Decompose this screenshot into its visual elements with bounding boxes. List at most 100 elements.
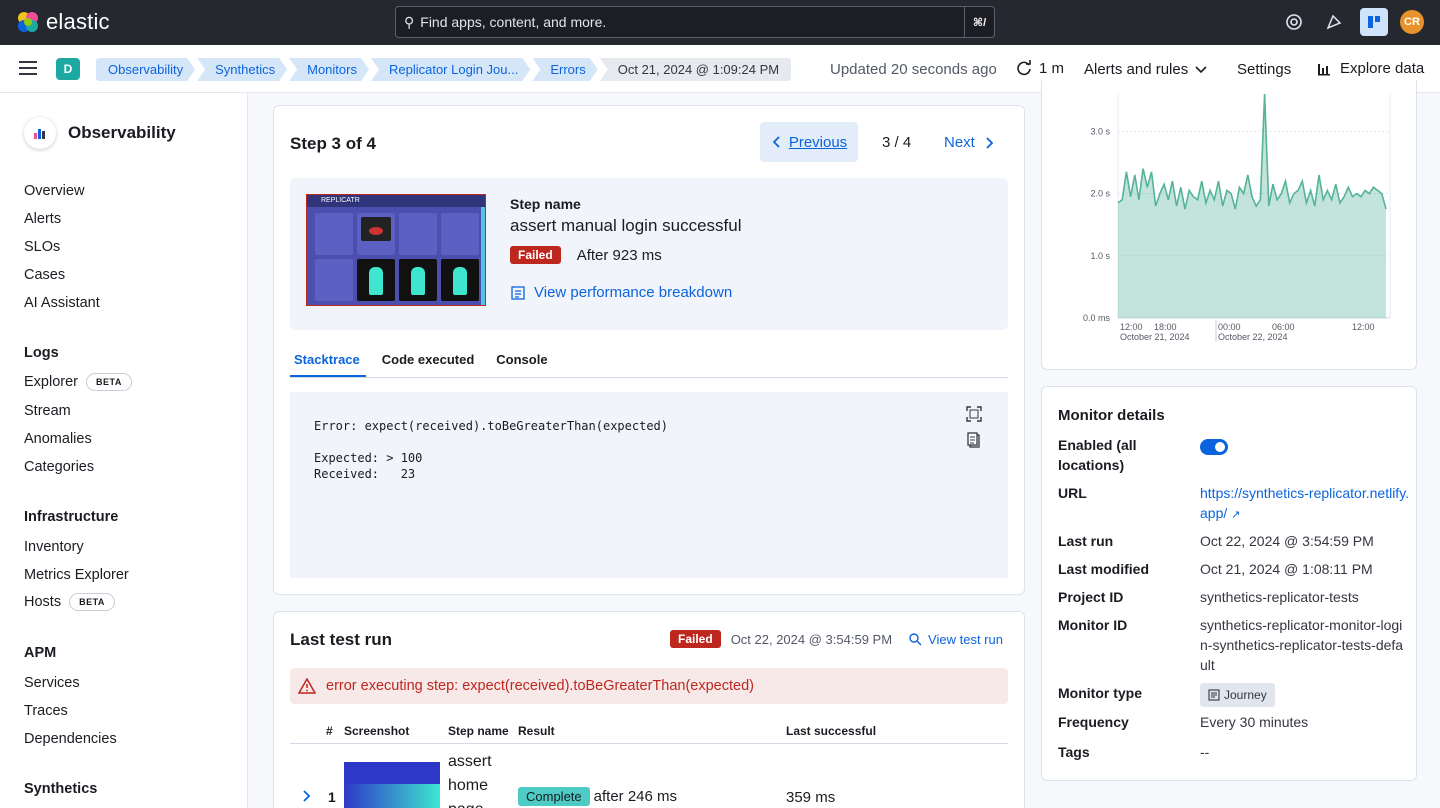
sidebar-item-traces[interactable]: Traces [24,703,68,719]
document-icon [511,285,525,300]
column-header-last-successful[interactable]: Last successful [786,724,876,738]
duration-area [1118,94,1386,318]
brand-name: elastic [46,9,110,34]
previous-button[interactable]: Previous [760,122,858,162]
last-modified-label: Last modified [1058,561,1150,577]
view-performance-breakdown-link[interactable]: View performance breakdown [510,284,732,301]
enabled-toggle[interactable] [1200,439,1228,455]
next-button[interactable]: Next [944,134,995,151]
monitor-url-link[interactable]: https://synthetics-replicator.netlify.ap… [1200,485,1409,521]
last-modified-value: Oct 21, 2024 @ 1:08:11 PM [1200,561,1373,577]
sidebar-item-ai-assistant[interactable]: AI Assistant [24,295,100,311]
breadcrumb-monitor[interactable]: Replicator Login Jou... [371,58,530,81]
user-avatar[interactable]: CR [1400,10,1424,34]
row-step-name-line: page [448,798,492,808]
tab-stacktrace[interactable]: Stacktrace [290,352,366,377]
elastic-logo[interactable]: elastic [16,9,110,35]
y-tick-label: 3.0 s [1090,126,1110,136]
x-tick-label: 18:00 [1154,322,1177,332]
breadcrumb-errors[interactable]: Errors [532,58,597,81]
x-tick-label: 12:00 [1120,322,1143,332]
side-nav: Observability Overview Alerts SLOs Cases… [0,93,248,808]
monitor-type-badge: Journey [1200,683,1275,707]
row-step-name-line: assert [448,753,492,770]
refresh-interval-label: 1 m [1039,59,1065,77]
project-id-value: synthetics-replicator-tests [1200,589,1359,605]
help-icon[interactable] [1280,8,1308,36]
explore-data-button[interactable]: Explore data [1316,60,1424,77]
refresh-icon [1017,60,1031,76]
global-search[interactable]: ⚲ ⌘/ [395,6,995,38]
sidebar-group-synthetics: Synthetics [24,781,98,797]
observability-logo-icon [24,117,56,149]
tab-console[interactable]: Console [492,352,553,377]
sidebar-group-apm: APM [24,645,57,661]
sidebar-item-alerts[interactable]: Alerts [24,211,61,227]
expand-chevron-icon[interactable] [302,789,312,803]
monitor-id-label: Monitor ID [1058,617,1128,633]
last-run-label: Last run [1058,533,1114,549]
row-step-name-line: home [448,777,489,794]
sidebar-item-services[interactable]: Services [24,675,80,691]
x-tick-label: 06:00 [1272,322,1295,332]
stacktrace-text: Error: expect(received).toBeGreaterThan(… [314,419,669,481]
column-header-screenshot: Screenshot [344,724,410,738]
status-badge: Failed [670,630,721,648]
step-screenshot[interactable]: REPLICATR [306,194,486,306]
sidebar-item-explorer[interactable]: Explorer BETA [24,373,132,391]
search-icon: ⚲ [404,13,415,30]
last-test-run-title: Last test run [290,630,393,649]
step-name-value: assert manual login successful [510,216,742,235]
news-feed-icon[interactable] [1320,8,1348,36]
column-header-step-name: Step name [448,724,509,738]
sidebar-group-logs: Logs [24,345,59,361]
row-step-number: 1 [328,789,336,805]
sidebar-item-inventory[interactable]: Inventory [24,539,84,555]
external-link-icon: ↗ [1231,509,1241,521]
sidebar-item-metrics-explorer[interactable]: Metrics Explorer [24,567,129,583]
monitor-details-title: Monitor details [1058,407,1165,424]
fullscreen-icon[interactable] [966,406,982,422]
x-tick-label: 00:00 [1218,322,1241,332]
sidebar-item-hosts[interactable]: Hosts BETA [24,593,115,611]
breadcrumb-current: Oct 21, 2024 @ 1:09:24 PM [599,58,792,81]
refresh-interval[interactable]: 1 m [1015,59,1064,77]
step-name-label: Step name [510,196,581,212]
menu-icon[interactable] [19,61,37,75]
sidebar-item-overview[interactable]: Overview [24,183,84,199]
sidebar-item-slos[interactable]: SLOs [24,239,60,255]
beta-badge: BETA [86,373,132,391]
global-header: elastic ⚲ ⌘/ CR [0,0,1440,45]
sidebar-item-dependencies[interactable]: Dependencies [24,731,117,747]
row-last-successful: 359 ms [786,789,836,806]
next-label: Next [944,134,975,151]
search-input[interactable] [414,14,964,30]
view-test-run-link[interactable]: View test run [908,632,1003,647]
beta-badge: BETA [69,593,115,611]
elastic-logo-icon [18,12,38,32]
tab-code-executed[interactable]: Code executed [378,352,480,377]
settings-link[interactable]: Settings [1237,61,1291,78]
breadcrumb-monitors[interactable]: Monitors [289,58,369,81]
alerts-and-rules-menu[interactable]: Alerts and rules [1084,61,1208,78]
view-test-run-label: View test run [928,631,1003,647]
result-badge: Complete [518,787,590,806]
enabled-label: Enabled (all locations) [1058,437,1137,473]
sidebar-item-anomalies[interactable]: Anomalies [24,431,92,447]
space-avatar[interactable]: D [56,58,80,80]
copy-icon[interactable] [966,432,982,448]
column-header-result: Result [518,724,555,738]
row-screenshot[interactable] [344,762,440,808]
sidebar-item-categories[interactable]: Categories [24,459,94,475]
sidebar-item-cases[interactable]: Cases [24,267,65,283]
x-date-label: October 21, 2024 [1120,332,1190,342]
journey-icon [1208,689,1220,701]
perf-link-label: View performance breakdown [534,284,733,301]
tags-label: Tags [1058,744,1090,760]
search-shortcut: ⌘/ [964,7,994,37]
breadcrumb-observability[interactable]: Observability [96,58,195,81]
breadcrumb-synthetics[interactable]: Synthetics [197,58,287,81]
y-tick-label: 0.0 ms [1083,313,1111,323]
ai-assistant-icon[interactable] [1360,8,1388,36]
sidebar-item-stream[interactable]: Stream [24,403,71,419]
